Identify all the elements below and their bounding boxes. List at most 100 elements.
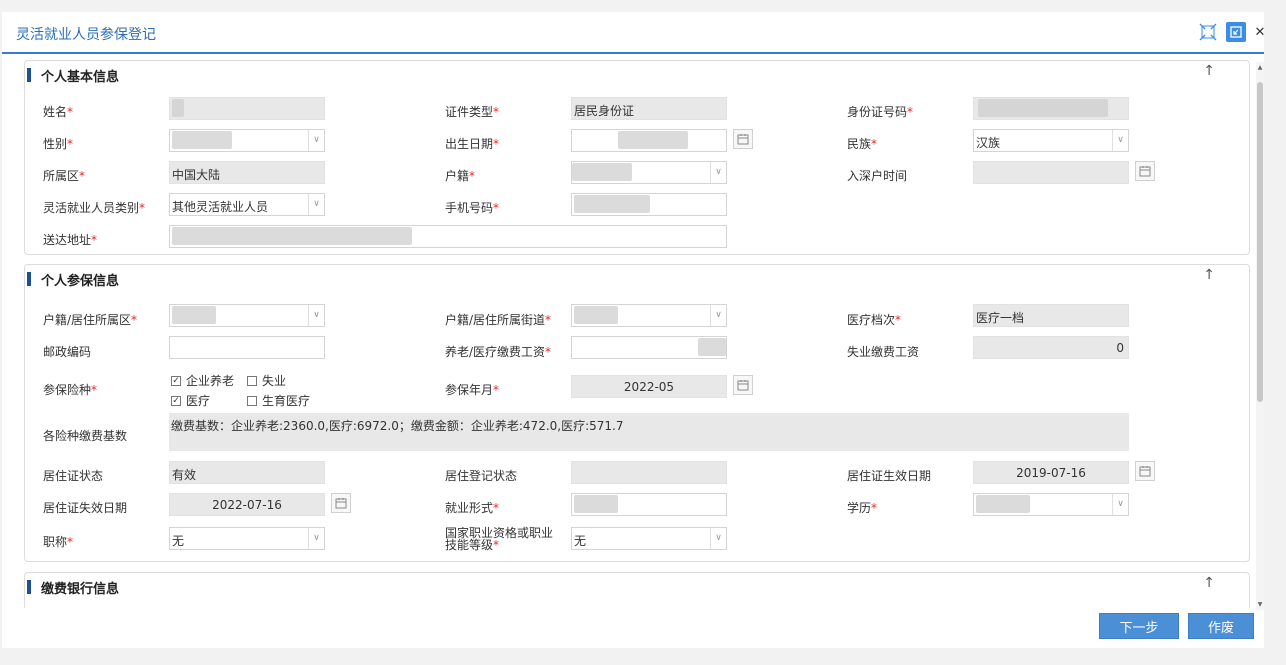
entry-date-field[interactable] xyxy=(973,161,1129,184)
calendar-icon[interactable] xyxy=(1135,161,1155,181)
calendar-icon[interactable] xyxy=(1135,461,1155,481)
qual-select[interactable]: 无 ∨ xyxy=(571,527,727,550)
res-reg-label: 居住登记状态 xyxy=(445,469,518,483)
postal-field[interactable] xyxy=(169,336,325,359)
idno-label: 身份证号码* xyxy=(847,105,914,119)
postal-label: 邮政编码 xyxy=(43,345,92,359)
idtype-field[interactable]: 居民身份证 xyxy=(571,97,727,120)
collapse-up-icon[interactable]: ↑ xyxy=(1203,63,1215,79)
month-field[interactable]: 2022-05 xyxy=(571,375,727,398)
base-field[interactable]: 缴费基数：企业养老:2360.0,医疗:6972.0；缴费金额：企业养老:472… xyxy=(169,413,1129,451)
dropdown-icon: ∨ xyxy=(308,528,324,549)
section-marker xyxy=(27,272,31,286)
scrollbar[interactable]: ▲ ▼ xyxy=(1256,62,1264,610)
edu-select[interactable]: ∨ xyxy=(973,493,1129,516)
checkbox-checked-icon: ✓ xyxy=(171,375,181,386)
name-label: 姓名* xyxy=(43,105,74,119)
calendar-icon[interactable] xyxy=(733,129,753,149)
res-status-label: 居住证状态 xyxy=(43,469,104,483)
section-marker xyxy=(27,580,31,594)
checkbox-empty-icon xyxy=(247,395,257,406)
section-header: 个人参保信息 xyxy=(27,271,120,289)
res-district-label: 户籍/居住所属区* xyxy=(43,313,138,327)
month-label: 参保年月* xyxy=(445,383,500,397)
title-label: 职称* xyxy=(43,535,74,549)
dropdown-icon: ∨ xyxy=(1112,130,1128,151)
checkbox-label: 企业养老 xyxy=(186,374,235,388)
checkbox-medical[interactable]: ✓ 医疗 xyxy=(171,392,210,409)
dropdown-icon: ∨ xyxy=(308,130,324,151)
address-field[interactable] xyxy=(169,225,727,248)
dropdown-icon: ∨ xyxy=(710,162,726,183)
qual-value: 无 xyxy=(574,534,587,548)
edu-label: 学历* xyxy=(847,501,878,515)
calendar-icon[interactable] xyxy=(733,375,753,395)
res-exp-field[interactable]: 2022-07-16 xyxy=(169,493,325,516)
idno-field[interactable] xyxy=(973,97,1129,120)
title-value: 无 xyxy=(172,534,185,548)
fullscreen-icon[interactable] xyxy=(1198,22,1218,42)
category-select[interactable]: 其他灵活就业人员 ∨ xyxy=(169,193,325,216)
checkbox-label: 生育医疗 xyxy=(262,394,311,408)
types-label: 参保险种* xyxy=(43,383,98,397)
collapse-up-icon[interactable]: ↑ xyxy=(1203,267,1215,283)
birth-date-field[interactable] xyxy=(571,129,727,152)
gender-select[interactable]: ∨ xyxy=(169,129,325,152)
scroll-up-icon[interactable]: ▲ xyxy=(1256,64,1264,71)
phone-field[interactable] xyxy=(571,193,727,216)
district-field[interactable]: 中国大陆 xyxy=(169,161,325,184)
unemp-wage-label: 失业缴费工资 xyxy=(847,345,920,359)
res-street-select[interactable]: ∨ xyxy=(571,304,727,327)
title-select[interactable]: 无 ∨ xyxy=(169,527,325,550)
res-status-field[interactable]: 有效 xyxy=(169,461,325,484)
pension-wage-label: 养老/医疗缴费工资* xyxy=(445,345,552,359)
address-label: 送达地址* xyxy=(43,233,98,247)
dialog-titlebar: 灵活就业人员参保登记 ✕ xyxy=(2,12,1266,54)
collapse-up-icon[interactable]: ↑ xyxy=(1203,575,1215,591)
section-basic-info: 个人基本信息 ↑ 姓名* 证件类型* 居民身份证 身份证号码* 性别* ∨ 出生… xyxy=(24,60,1250,255)
medical-tier-label: 医疗档次* xyxy=(847,313,902,327)
void-button[interactable]: 作废 xyxy=(1188,613,1254,639)
calendar-icon[interactable] xyxy=(331,493,351,513)
pension-wage-field[interactable] xyxy=(571,336,727,359)
unemp-wage-field[interactable]: 0 xyxy=(973,336,1129,359)
checkbox-label: 医疗 xyxy=(186,394,211,408)
district-label: 所属区* xyxy=(43,169,86,183)
checkbox-checked-icon: ✓ xyxy=(171,395,181,406)
res-reg-field[interactable] xyxy=(571,461,727,484)
base-label: 各险种缴费基数 xyxy=(43,429,128,443)
emp-form-field[interactable] xyxy=(571,493,727,516)
section-header: 缴费银行信息 xyxy=(27,579,119,597)
emp-form-label: 就业形式* xyxy=(445,501,500,515)
checkbox-unemployment[interactable]: 失业 xyxy=(247,372,286,389)
dropdown-icon: ∨ xyxy=(710,528,726,549)
category-label: 灵活就业人员类别* xyxy=(43,201,146,215)
checkbox-label: 失业 xyxy=(262,374,287,388)
checkbox-maternity[interactable]: 生育医疗 xyxy=(247,392,310,409)
qual-label: 国家职业资格或职业技能等级* xyxy=(445,526,554,552)
scroll-thumb[interactable] xyxy=(1257,82,1263,402)
res-district-select[interactable]: ∨ xyxy=(169,304,325,327)
dropdown-icon: ∨ xyxy=(1112,494,1128,515)
restore-icon[interactable] xyxy=(1226,22,1246,42)
checkbox-pension[interactable]: ✓ 企业养老 xyxy=(171,372,234,389)
gender-label: 性别* xyxy=(43,137,74,151)
section-insurance-info: 个人参保信息 ↑ 户籍/居住所属区* ∨ 户籍/居住所属街道* ∨ 医疗档次* … xyxy=(24,264,1250,562)
res-eff-field[interactable]: 2019-07-16 xyxy=(973,461,1129,484)
checkbox-empty-icon xyxy=(247,375,257,386)
hukou-select[interactable]: ∨ xyxy=(571,161,727,184)
res-street-label: 户籍/居住所属街道* xyxy=(445,313,552,327)
dropdown-icon: ∨ xyxy=(308,305,324,326)
phone-label: 手机号码* xyxy=(445,201,500,215)
res-eff-label: 居住证生效日期 xyxy=(847,469,932,483)
entry-label: 入深户时间 xyxy=(847,169,908,183)
next-button[interactable]: 下一步 xyxy=(1099,613,1179,639)
scroll-down-icon[interactable]: ▼ xyxy=(1256,601,1264,608)
close-icon[interactable]: ✕ xyxy=(1254,22,1266,42)
name-field[interactable] xyxy=(169,97,325,120)
section-header: 个人基本信息 xyxy=(27,67,120,85)
ethnic-select[interactable]: 汉族 ∨ xyxy=(973,129,1129,152)
medical-tier-field[interactable]: 医疗一档 xyxy=(973,304,1129,327)
section-title: 个人基本信息 xyxy=(41,69,120,85)
section-title: 个人参保信息 xyxy=(41,273,120,289)
